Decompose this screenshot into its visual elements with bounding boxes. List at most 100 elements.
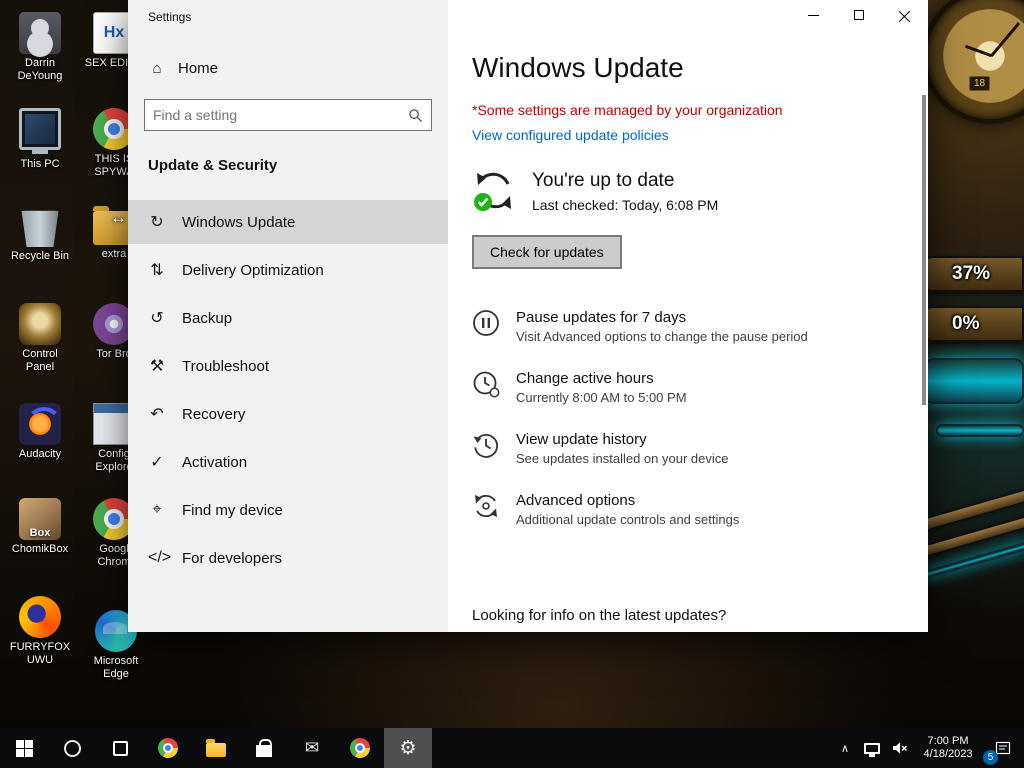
show-hidden-icons-button[interactable]: ∧ — [832, 728, 858, 768]
close-button[interactable] — [882, 0, 928, 30]
sidebar-nav-list: ↻ Windows Update ⇅ Delivery Optimization… — [128, 200, 448, 580]
search-input[interactable] — [145, 107, 408, 123]
sidebar-item-label: Backup — [182, 309, 233, 327]
volume-muted-icon — [893, 742, 907, 754]
taskbar-chrome2-button[interactable] — [336, 728, 384, 768]
sidebar-item-home[interactable]: ⌂ Home — [148, 60, 448, 77]
task-view-button[interactable] — [96, 728, 144, 768]
glow-tube-widget — [924, 358, 1024, 404]
active-hours-icon — [473, 371, 500, 398]
desktop-icon-label: Microsoft Edge — [93, 655, 139, 680]
mail-icon: ✉ — [304, 738, 320, 757]
taskbar-settings-button[interactable]: ⚙ — [384, 728, 432, 768]
troubleshoot-icon: ⚒ — [149, 358, 165, 375]
settings-search-box — [144, 99, 432, 131]
start-button[interactable] — [0, 728, 48, 768]
glow-bar-widget — [936, 424, 1024, 437]
desktop-icon-firefox[interactable]: FURRYFOX UWU — [8, 596, 72, 667]
developers-icon: </> — [148, 549, 172, 566]
sidebar-item-for-developers[interactable]: </> For developers — [128, 536, 448, 580]
sidebar-item-label: Find my device — [182, 501, 283, 519]
sidebar-item-troubleshoot[interactable]: ⚒ Troubleshoot — [128, 344, 448, 388]
search-icon[interactable] — [408, 108, 423, 123]
sidebar-item-delivery-optimization[interactable]: ⇅ Delivery Optimization — [128, 248, 448, 292]
view-policies-link[interactable]: View configured update policies — [472, 127, 669, 143]
chevron-up-icon: ∧ — [840, 742, 850, 755]
file-explorer-icon — [206, 738, 226, 757]
taskbar-file-explorer-button[interactable] — [192, 728, 240, 768]
control-panel-icon — [19, 303, 61, 345]
network-icon — [864, 742, 880, 757]
maximize-button[interactable] — [836, 0, 882, 30]
chrome-icon — [350, 738, 370, 758]
cortana-icon — [63, 739, 81, 757]
desktop-icon-chomikbox[interactable]: Box ChomikBox — [8, 498, 72, 556]
system-tray: ∧ 7:00 PM 4/18/2023 5 — [832, 728, 1024, 768]
close-icon — [899, 9, 911, 21]
taskbar-chrome-button[interactable] — [144, 728, 192, 768]
update-options-list: Pause updates for 7 days Visit Advanced … — [472, 309, 882, 527]
settings-window: Settings ⌂ Home Update & Security ↻ Wind… — [128, 0, 928, 632]
option-subtitle: Additional update controls and settings — [516, 512, 740, 527]
option-active-hours[interactable]: Change active hours Currently 8:00 AM to… — [472, 370, 882, 405]
window-title: Settings — [148, 10, 192, 24]
desktop-icon-user-folder[interactable]: Darrin DeYoung — [8, 12, 72, 83]
history-icon — [473, 434, 498, 458]
home-icon: ⌂ — [152, 60, 162, 77]
minimize-button[interactable] — [790, 0, 836, 30]
sidebar-item-backup[interactable]: ↺ Backup — [128, 296, 448, 340]
sidebar-item-label: Delivery Optimization — [182, 261, 324, 279]
volume-tray-button[interactable] — [886, 728, 914, 768]
scrollbar-thumb[interactable] — [922, 95, 926, 405]
find-device-icon: ⌖ — [152, 501, 162, 518]
sidebar-item-label: For developers — [182, 549, 283, 567]
option-title: View update history — [516, 431, 647, 448]
activation-icon: ✓ — [150, 454, 164, 471]
status-last-checked: Last checked: Today, 6:08 PM — [532, 197, 719, 213]
latest-updates-question: Looking for info on the latest updates? — [472, 607, 727, 624]
taskbar-mail-button[interactable]: ✉ — [288, 728, 336, 768]
gauge-widget-2: 0% — [924, 306, 1024, 342]
clock-date: 4/18/2023 — [923, 748, 973, 760]
option-title: Advanced options — [516, 492, 636, 509]
chomikbox-icon: Box — [19, 498, 61, 540]
option-advanced-options[interactable]: Advanced options Additional update contr… — [472, 492, 882, 527]
desktop-icon-label: FURRYFOX UWU — [9, 641, 71, 666]
notification-badge: 5 — [983, 750, 998, 765]
desktop-icon-this-pc[interactable]: This PC — [8, 108, 72, 171]
option-title: Change active hours — [516, 370, 654, 387]
page-title: Windows Update — [472, 52, 684, 83]
taskbar-store-button[interactable] — [240, 728, 288, 768]
settings-gear-icon: ⚙ — [399, 737, 417, 759]
delivery-optimization-icon: ⇅ — [150, 262, 164, 279]
clock-time: 7:00 PM — [927, 735, 969, 747]
cortana-button[interactable] — [48, 728, 96, 768]
check-for-updates-button[interactable]: Check for updates — [472, 235, 622, 269]
desktop-icon-recycle-bin[interactable]: Recycle Bin — [8, 205, 72, 263]
managed-by-org-notice: *Some settings are managed by your organ… — [472, 102, 783, 118]
sidebar-item-windows-update[interactable]: ↻ Windows Update — [128, 200, 448, 244]
sidebar-section-title: Update & Security — [148, 157, 278, 174]
desktop-icon-label: Darrin DeYoung — [17, 57, 63, 82]
update-status: You're up to date Last checked: Today, 6… — [472, 169, 882, 213]
option-update-history[interactable]: View update history See updates installe… — [472, 431, 882, 466]
desktop-icon-label: This PC — [20, 158, 60, 170]
option-title: Pause updates for 7 days — [516, 309, 687, 326]
desktop-icon-label: Recycle Bin — [10, 250, 70, 262]
option-pause-updates[interactable]: Pause updates for 7 days Visit Advanced … — [472, 309, 882, 344]
sidebar-item-find-my-device[interactable]: ⌖ Find my device — [128, 488, 448, 532]
windows-update-icon: ↻ — [150, 214, 164, 231]
home-label: Home — [178, 60, 219, 77]
sidebar-item-activation[interactable]: ✓ Activation — [128, 440, 448, 484]
desktop-icon-control-panel[interactable]: Control Panel — [8, 303, 72, 374]
action-center-button[interactable]: 5 — [982, 728, 1024, 768]
desktop-icon-label: Audacity — [18, 448, 62, 460]
sidebar-item-label: Activation — [182, 453, 248, 471]
option-subtitle: Visit Advanced options to change the pau… — [516, 329, 808, 344]
desktop-icon-audacity[interactable]: Audacity — [8, 403, 72, 461]
desktop-icon-label: ChomikBox — [11, 543, 69, 555]
network-tray-button[interactable] — [858, 728, 886, 768]
firefox-icon — [19, 596, 61, 638]
taskbar-clock[interactable]: 7:00 PM 4/18/2023 — [914, 735, 982, 761]
sidebar-item-recovery[interactable]: ↶ Recovery — [128, 392, 448, 436]
